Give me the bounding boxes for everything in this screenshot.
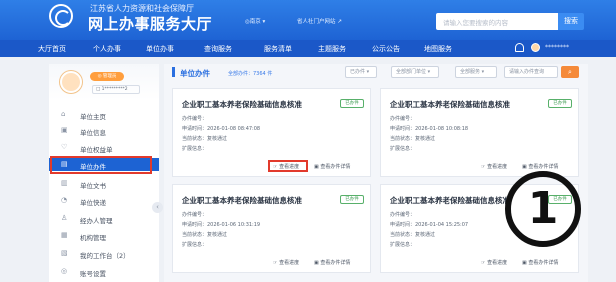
sidebar-item-home[interactable]: ⌂ 单位主页 bbox=[49, 108, 159, 121]
case-extra-info: 扩展信息： bbox=[182, 242, 208, 248]
case-card[interactable]: 企业职工基本养老保险基础信息核准 已办件 办件编号： 申请时间：2026-01-… bbox=[380, 88, 579, 177]
case-number: 办件编号： bbox=[390, 116, 416, 122]
case-title: 企业职工基本养老保险基础信息核准 bbox=[182, 196, 302, 205]
case-title: 企业职工基本养老保险基础信息核准 bbox=[182, 100, 302, 109]
case-status: 当前状态：复核通过 bbox=[390, 232, 436, 238]
view-detail-link[interactable]: ▣ 查看办件详情 bbox=[522, 259, 558, 266]
case-apply-time: 申请时间：2026-01-08 08:47:08 bbox=[182, 126, 261, 132]
search-placeholder: 请输入您要搜索的内容 bbox=[443, 19, 508, 27]
person-icon: ♙ bbox=[61, 214, 68, 222]
bell-icon[interactable] bbox=[515, 43, 524, 52]
case-status: 当前状态：复核通过 bbox=[182, 136, 228, 142]
building-icon: ▦ bbox=[61, 231, 68, 239]
status-badge: 已办件 bbox=[340, 99, 364, 108]
sidebar-item-label: 单位信息 bbox=[80, 129, 106, 137]
case-number: 办件编号： bbox=[182, 116, 208, 122]
sidebar-item-docs[interactable]: ▥ 单位文书 bbox=[49, 177, 159, 190]
heart-icon: ♡ bbox=[61, 143, 68, 151]
section-title: 单位办件 bbox=[180, 69, 210, 78]
sidebar-item-label: 经办人管理 bbox=[80, 217, 113, 225]
case-apply-time: 申请时间：2026-01-04 15:25:07 bbox=[390, 222, 469, 228]
sidebar-item-rights[interactable]: ♡ 单位权益单 bbox=[49, 141, 159, 154]
filter-search-button[interactable]: ⌕ bbox=[561, 66, 579, 78]
sidebar-item-label: 单位权益单 bbox=[80, 146, 113, 154]
location-selector[interactable]: ◎南京 ▾ bbox=[245, 17, 265, 25]
profile-avatar bbox=[60, 71, 82, 93]
search-input[interactable]: 请输入您要搜索的内容 bbox=[436, 13, 558, 30]
case-number: 办件编号： bbox=[390, 212, 416, 218]
view-detail-link[interactable]: ▣ 查看办件详情 bbox=[314, 259, 350, 266]
sidebar-item-label: 账号设置 bbox=[80, 270, 106, 278]
home-icon: ⌂ bbox=[61, 110, 66, 118]
document-icon: ▥ bbox=[61, 179, 68, 187]
sidebar-item-info[interactable]: ▣ 单位信息 bbox=[49, 124, 159, 137]
sidebar-item-label: 单位文书 bbox=[80, 182, 106, 190]
sidebar-item-agents[interactable]: ♙ 经办人管理 bbox=[49, 212, 159, 225]
sidebar-item-org[interactable]: ▦ 机构管理 bbox=[49, 229, 159, 242]
nav-item-map[interactable]: 地图服务 bbox=[424, 44, 452, 54]
case-number: 办件编号： bbox=[182, 212, 208, 218]
case-status: 当前状态：复核通过 bbox=[182, 232, 228, 238]
case-extra-info: 扩展信息： bbox=[182, 146, 208, 152]
workbench-icon: ▧ bbox=[61, 249, 68, 257]
nav-item-theme[interactable]: 主题服务 bbox=[318, 44, 346, 54]
case-title: 企业职工基本养老保险基础信息核准 bbox=[390, 100, 510, 109]
role-badge: ◎ 管理员 bbox=[90, 72, 124, 81]
view-detail-link[interactable]: ▣ 查看办件详情 bbox=[522, 163, 558, 170]
sidebar-item-workbench[interactable]: ▧ 我的工作台（2） bbox=[49, 247, 159, 260]
sidebar-collapse-button[interactable]: ‹ bbox=[152, 202, 163, 213]
highlight-box-progress bbox=[268, 160, 308, 172]
service-filter[interactable]: 全部服务 ▾ bbox=[455, 66, 497, 78]
case-search-input[interactable]: 请输入办件查询 bbox=[504, 66, 558, 78]
case-card[interactable]: 企业职工基本养老保险基础信息核准 已办件 办件编号： 申请时间：2026-01-… bbox=[172, 184, 371, 273]
nav-item-personal[interactable]: 个人办事 bbox=[93, 44, 121, 54]
sidebar-item-label: 我的工作台（2） bbox=[80, 252, 130, 260]
site-logo-icon[interactable] bbox=[49, 4, 73, 28]
status-badge: 已办件 bbox=[340, 195, 364, 204]
title-accent-bar bbox=[172, 67, 175, 77]
case-extra-info: 扩展信息： bbox=[390, 242, 416, 248]
step-marker-number: 1 bbox=[527, 183, 559, 234]
user-name[interactable]: ******** bbox=[545, 44, 569, 51]
delivery-icon: ◔ bbox=[61, 196, 68, 204]
department-filter[interactable]: 全部部门单位 ▾ bbox=[391, 66, 439, 78]
sidebar-item-express[interactable]: ◔ 单位快递 bbox=[49, 194, 159, 207]
sidebar-item-label: 单位主页 bbox=[80, 113, 106, 121]
view-progress-link[interactable]: ☞ 查看进度 bbox=[481, 163, 507, 170]
settings-icon: ◎ bbox=[61, 267, 68, 275]
nav-item-service-list[interactable]: 服务清单 bbox=[264, 44, 292, 54]
info-icon: ▣ bbox=[61, 126, 68, 134]
account-id: □ 1*********2 bbox=[92, 85, 140, 94]
case-status: 当前状态：复核通过 bbox=[390, 136, 436, 142]
view-detail-link[interactable]: ▣ 查看办件详情 bbox=[314, 163, 350, 170]
case-extra-info: 扩展信息： bbox=[390, 146, 416, 152]
nav-item-unit[interactable]: 单位办事 bbox=[146, 44, 174, 54]
search-button[interactable]: 搜索 bbox=[558, 13, 584, 30]
case-count: 全部办件：7364 件 bbox=[228, 71, 273, 77]
site-title[interactable]: 网上办事服务大厅 bbox=[88, 13, 212, 34]
page: 江苏省人力资源和社会保障厅 网上办事服务大厅 ◎南京 ▾ 省人社门户网站 ↗ 请… bbox=[0, 0, 616, 282]
status-badge: 已办件 bbox=[548, 99, 572, 108]
user-avatar[interactable] bbox=[531, 43, 540, 52]
nav-item-query[interactable]: 查询服务 bbox=[204, 44, 232, 54]
highlight-box-sidebar bbox=[50, 156, 152, 174]
sidebar-item-label: 单位快递 bbox=[80, 199, 106, 207]
case-apply-time: 申请时间：2026-01-08 10:08:18 bbox=[390, 126, 469, 132]
case-apply-time: 申请时间：2026-01-06 10:31:19 bbox=[182, 222, 261, 228]
status-filter[interactable]: 已办件 ▾ bbox=[345, 66, 377, 78]
portal-link[interactable]: 省人社门户网站 ↗ bbox=[297, 17, 342, 25]
sidebar-item-account[interactable]: ◎ 账号设置 bbox=[49, 265, 159, 278]
view-progress-link[interactable]: ☞ 查看进度 bbox=[481, 259, 507, 266]
view-progress-link[interactable]: ☞ 查看进度 bbox=[273, 259, 299, 266]
case-title: 企业职工基本养老保险基础信息核准 bbox=[390, 196, 510, 205]
nav-item-home[interactable]: 大厅首页 bbox=[38, 44, 66, 54]
sidebar-item-label: 机构管理 bbox=[80, 234, 106, 242]
nav-item-notice[interactable]: 公示公告 bbox=[372, 44, 400, 54]
